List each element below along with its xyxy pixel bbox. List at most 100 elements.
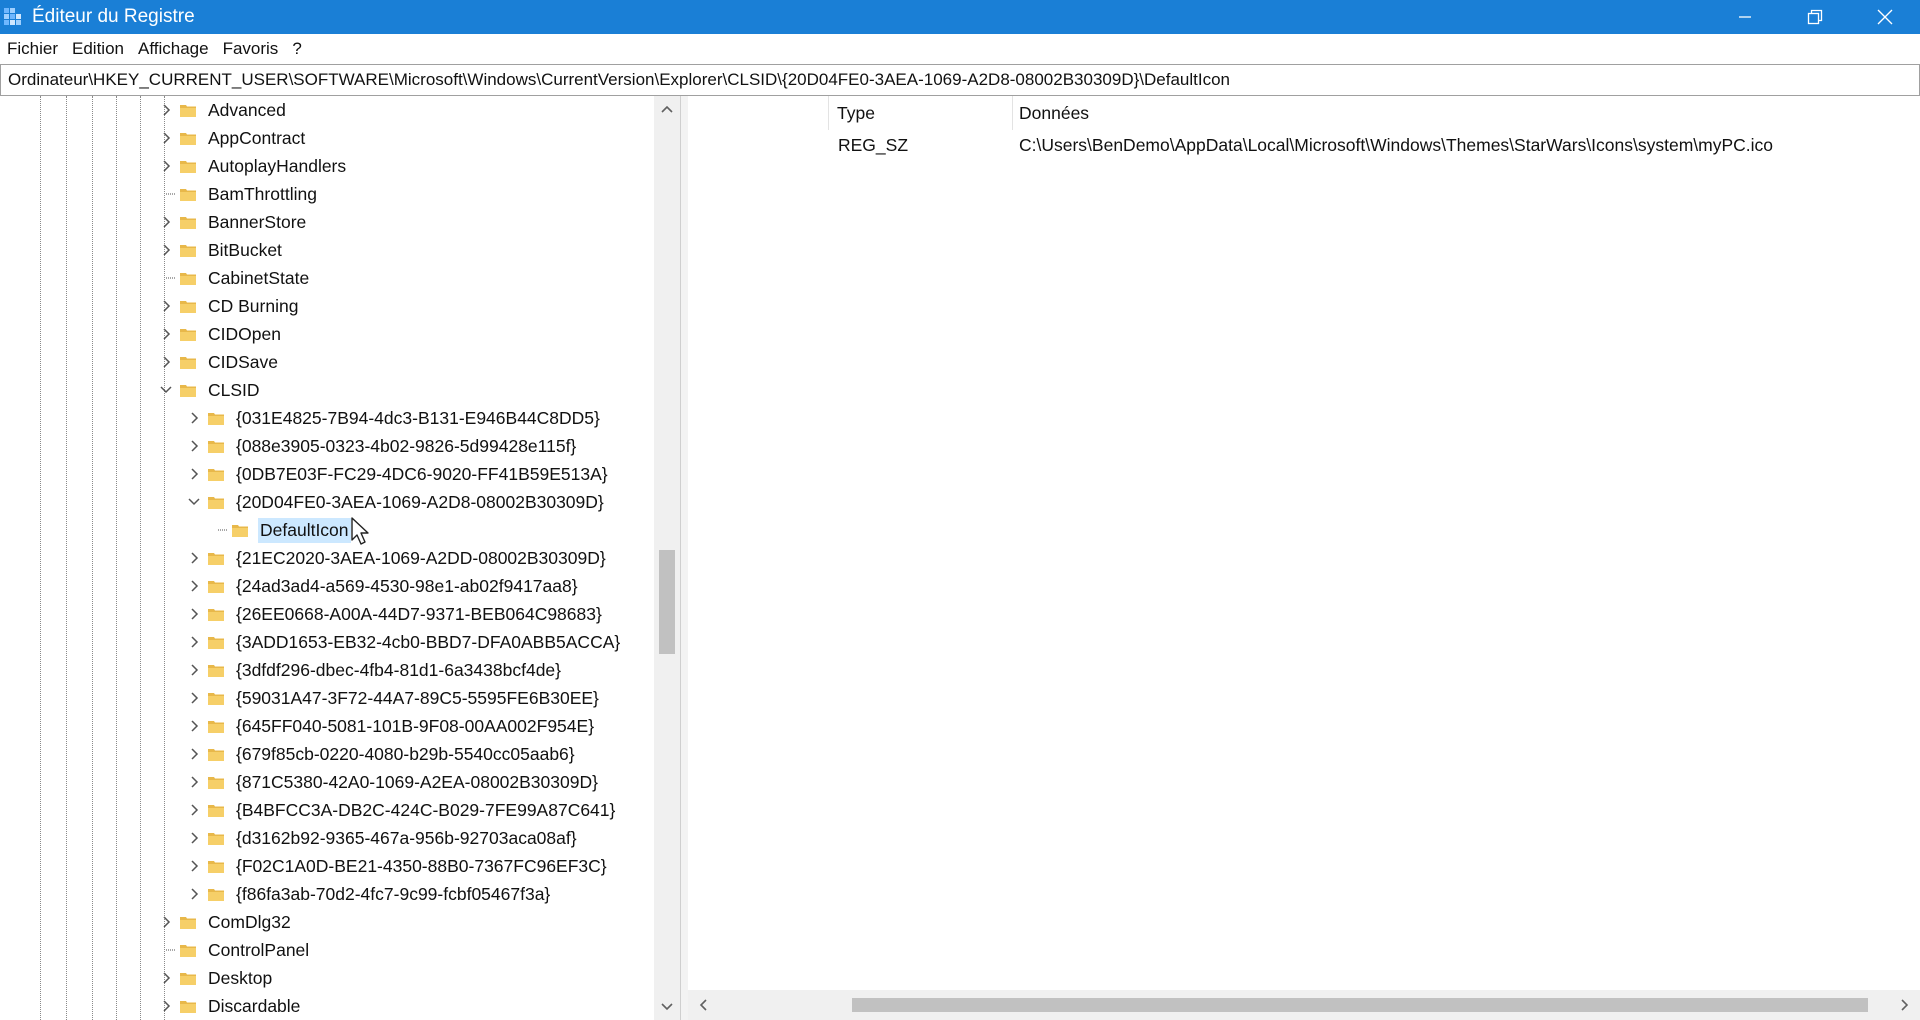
values-horizontal-scrollbar[interactable] xyxy=(688,990,1920,1020)
column-header-type[interactable]: Type xyxy=(837,96,875,130)
tree-node[interactable]: {f86fa3ab-70d2-4fc7-9c99-fcbf05467f3a} xyxy=(184,880,552,908)
pane-splitter[interactable] xyxy=(680,96,688,1020)
chevron-right-icon[interactable] xyxy=(156,152,176,180)
chevron-right-icon[interactable] xyxy=(184,852,204,880)
tree-node[interactable]: AutoplayHandlers xyxy=(156,152,348,180)
folder-icon xyxy=(232,523,248,537)
tree-node[interactable]: {3dfdf296-dbec-4fb4-81d1-6a3438bcf4de} xyxy=(184,656,563,684)
tree-node[interactable]: CabinetState xyxy=(156,264,311,292)
folder-icon xyxy=(208,691,224,705)
value-row[interactable]: REG_SZ C:\Users\BenDemo\AppData\Local\Mi… xyxy=(688,130,1920,160)
scroll-down-arrow[interactable] xyxy=(654,994,680,1020)
tree-node[interactable]: ComDlg32 xyxy=(156,908,293,936)
menu-edition[interactable]: Edition xyxy=(72,39,124,59)
menu-affichage[interactable]: Affichage xyxy=(138,39,209,59)
tree-node[interactable]: {3ADD1653-EB32-4cb0-BBD7-DFA0ABB5ACCA} xyxy=(184,628,622,656)
chevron-right-icon[interactable] xyxy=(184,404,204,432)
tree-node[interactable]: {088e3905-0323-4b02-9826-5d99428e115f} xyxy=(184,432,578,460)
folder-icon xyxy=(180,215,196,229)
tree-node-label: CabinetState xyxy=(208,267,310,288)
column-divider[interactable] xyxy=(828,96,829,130)
chevron-right-icon[interactable] xyxy=(184,684,204,712)
registry-editor-window: Éditeur du Registre Fichier Edition Affi… xyxy=(0,0,1920,1020)
chevron-down-icon[interactable] xyxy=(184,488,204,516)
tree-node[interactable]: {20D04FE0-3AEA-1069-A2D8-08002B30309D} xyxy=(184,488,606,516)
scroll-thumb[interactable] xyxy=(852,998,1868,1012)
tree-node[interactable]: {F02C1A0D-BE21-4350-88B0-7367FC96EF3C} xyxy=(184,852,609,880)
chevron-right-icon[interactable] xyxy=(184,460,204,488)
column-header-data[interactable]: Données xyxy=(1019,96,1089,130)
tree-node[interactable]: {24ad3ad4-a569-4530-98e1-ab02f9417aa8} xyxy=(184,572,580,600)
tree-node[interactable]: Desktop xyxy=(156,964,274,992)
address-bar[interactable]: Ordinateur\HKEY_CURRENT_USER\SOFTWARE\Mi… xyxy=(0,64,1920,96)
chevron-down-icon[interactable] xyxy=(156,376,176,404)
tree-node[interactable]: {21EC2020-3AEA-1069-A2DD-08002B30309D} xyxy=(184,544,608,572)
chevron-right-icon[interactable] xyxy=(156,908,176,936)
scroll-right-arrow[interactable] xyxy=(1890,990,1920,1020)
tree-node[interactable]: {d3162b92-9365-467a-956b-92703aca08af} xyxy=(184,824,579,852)
chevron-right-icon[interactable] xyxy=(156,348,176,376)
menu-fichier[interactable]: Fichier xyxy=(7,39,58,59)
tree-node-label: ComDlg32 xyxy=(208,911,291,932)
chevron-right-icon[interactable] xyxy=(184,432,204,460)
scroll-up-arrow[interactable] xyxy=(654,96,680,122)
tree-node[interactable]: BitBucket xyxy=(156,236,284,264)
tree-node[interactable]: {679f85cb-0220-4080-b29b-5540cc05aab6} xyxy=(184,740,577,768)
chevron-right-icon[interactable] xyxy=(156,320,176,348)
tree-node[interactable]: BannerStore xyxy=(156,208,308,236)
restore-icon xyxy=(1807,9,1823,25)
tree-guide-line xyxy=(140,96,141,1020)
chevron-right-icon[interactable] xyxy=(184,656,204,684)
tree-node[interactable]: CLSID xyxy=(156,376,262,404)
chevron-right-icon[interactable] xyxy=(184,712,204,740)
chevron-right-icon[interactable] xyxy=(184,824,204,852)
folder-icon xyxy=(208,635,224,649)
close-button[interactable] xyxy=(1850,0,1920,34)
tree-node[interactable]: AppContract xyxy=(156,124,307,152)
scroll-left-arrow[interactable] xyxy=(688,990,718,1020)
column-divider[interactable] xyxy=(1012,96,1013,130)
scroll-thumb[interactable] xyxy=(659,550,675,654)
tree-node-label: {0DB7E03F-FC29-4DC6-9020-FF41B59E513A} xyxy=(236,463,608,484)
chevron-right-icon[interactable] xyxy=(156,96,176,124)
menu-favoris[interactable]: Favoris xyxy=(223,39,279,59)
tree-node[interactable]: {0DB7E03F-FC29-4DC6-9020-FF41B59E513A} xyxy=(184,460,610,488)
tree-node[interactable]: {031E4825-7B94-4dc3-B131-E946B44C8DD5} xyxy=(184,404,602,432)
tree-vertical-scrollbar[interactable] xyxy=(654,96,680,1020)
tree-node[interactable]: {871C5380-42A0-1069-A2EA-08002B30309D} xyxy=(184,768,600,796)
chevron-right-icon[interactable] xyxy=(184,796,204,824)
chevron-right-icon[interactable] xyxy=(156,964,176,992)
chevron-right-icon[interactable] xyxy=(184,768,204,796)
tree-node[interactable]: Discardable xyxy=(156,992,302,1020)
restore-button[interactable] xyxy=(1780,0,1850,34)
tree-node[interactable]: ControlPanel xyxy=(156,936,311,964)
tree-node[interactable]: {59031A47-3F72-44A7-89C5-5595FE6B30EE} xyxy=(184,684,601,712)
chevron-right-icon[interactable] xyxy=(184,544,204,572)
menu-help[interactable]: ? xyxy=(292,39,301,59)
chevron-right-icon[interactable] xyxy=(156,236,176,264)
tree-connector xyxy=(156,180,176,208)
close-icon xyxy=(1877,9,1893,25)
tree-node[interactable]: {26EE0668-A00A-44D7-9371-BEB064C98683} xyxy=(184,600,604,628)
chevron-right-icon[interactable] xyxy=(184,880,204,908)
tree-node[interactable]: Advanced xyxy=(156,96,288,124)
chevron-right-icon[interactable] xyxy=(156,292,176,320)
chevron-right-icon[interactable] xyxy=(156,992,176,1020)
chevron-right-icon[interactable] xyxy=(156,208,176,236)
chevron-right-icon[interactable] xyxy=(184,628,204,656)
tree-node[interactable]: {B4BFCC3A-DB2C-424C-B029-7FE99A87C641} xyxy=(184,796,617,824)
chevron-right-icon[interactable] xyxy=(156,124,176,152)
tree-node-label: {B4BFCC3A-DB2C-424C-B029-7FE99A87C641} xyxy=(236,799,616,820)
tree-node-selected[interactable]: DefaultIcon xyxy=(208,516,351,544)
tree-node[interactable]: CIDSave xyxy=(156,348,280,376)
tree-node[interactable]: BamThrottling xyxy=(156,180,319,208)
tree-node-label: {d3162b92-9365-467a-956b-92703aca08af} xyxy=(236,827,577,848)
tree-node[interactable]: CD Burning xyxy=(156,292,300,320)
tree-node[interactable]: {645FF040-5081-101B-9F08-00AA002F954E} xyxy=(184,712,596,740)
tree-node[interactable]: CIDOpen xyxy=(156,320,283,348)
chevron-right-icon[interactable] xyxy=(184,740,204,768)
chevron-right-icon[interactable] xyxy=(184,600,204,628)
folder-icon xyxy=(180,243,196,257)
minimize-button[interactable] xyxy=(1710,0,1780,34)
chevron-right-icon[interactable] xyxy=(184,572,204,600)
